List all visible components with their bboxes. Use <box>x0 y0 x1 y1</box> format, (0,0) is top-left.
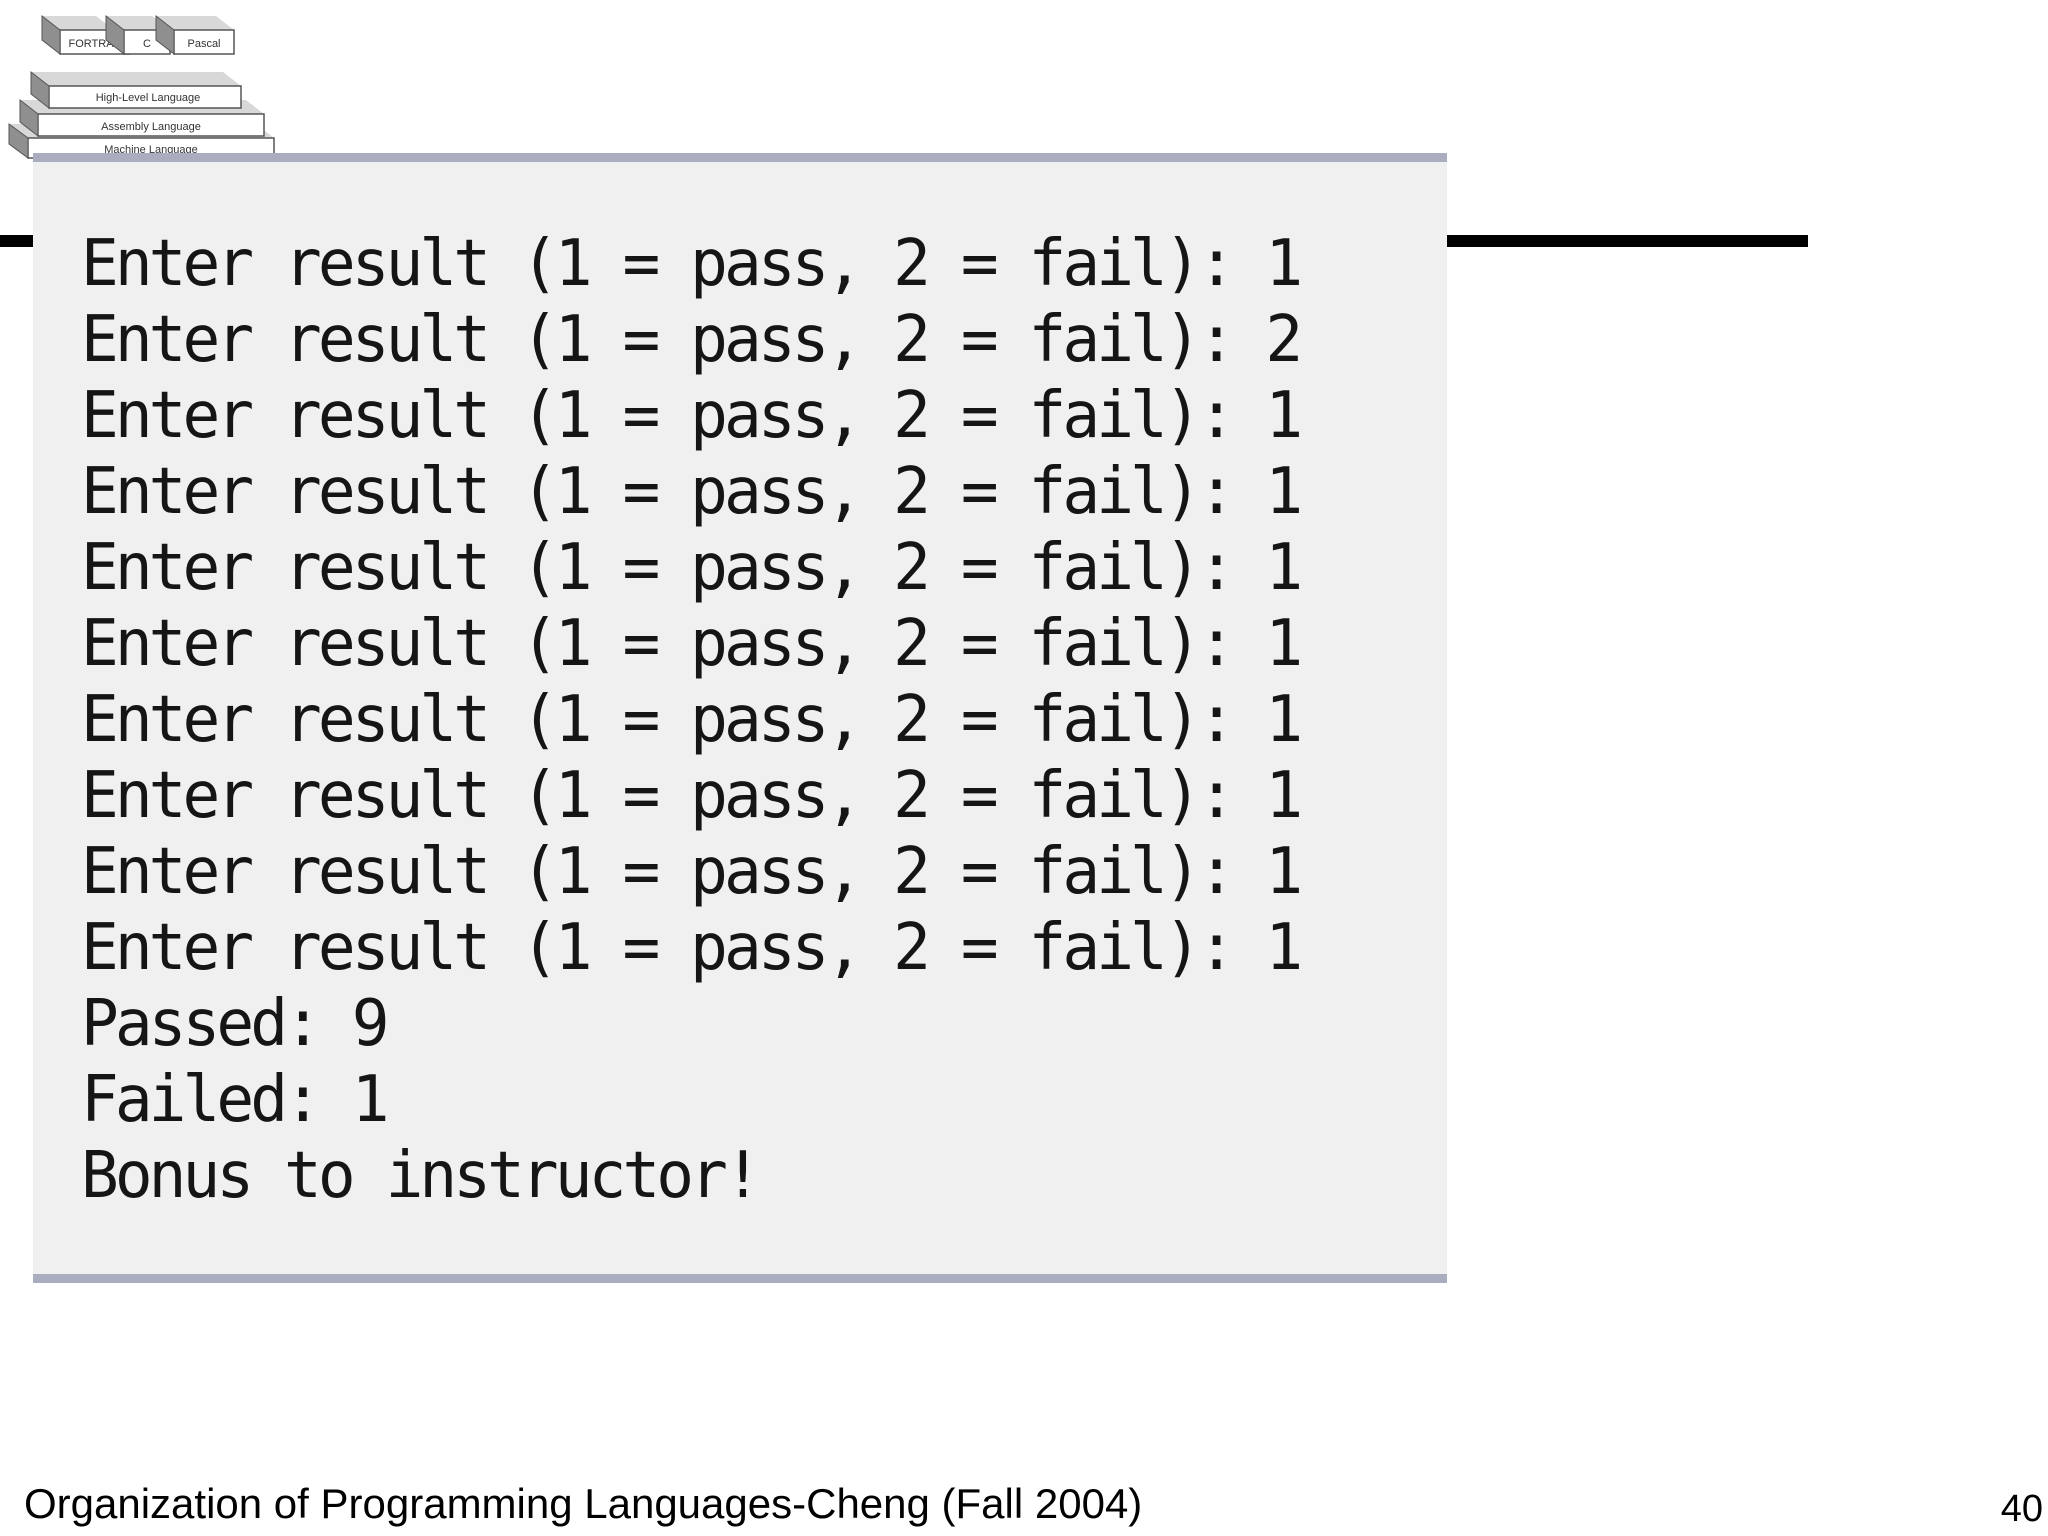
console-lines: Enter result (1 = pass, 2 = fail): 1 Ent… <box>81 226 1324 1214</box>
page-number: 40 <box>2000 1488 2043 1530</box>
logo-assembly-language: Assembly Language <box>101 121 201 133</box>
console-line: Enter result (1 = pass, 2 = fail): 1 <box>81 835 1303 909</box>
logo-c: C <box>143 38 151 50</box>
console-line: Enter result (1 = pass, 2 = fail): 1 <box>81 379 1303 453</box>
console-output-window: Enter result (1 = pass, 2 = fail): 1 Ent… <box>33 153 1447 1283</box>
console-line-failed: Failed: 1 <box>81 1063 389 1137</box>
console-line: Enter result (1 = pass, 2 = fail): 1 <box>81 683 1303 757</box>
console-line: Enter result (1 = pass, 2 = fail): 1 <box>81 607 1303 681</box>
console-line: Enter result (1 = pass, 2 = fail): 1 <box>81 455 1303 529</box>
console-line: Enter result (1 = pass, 2 = fail): 2 <box>81 303 1303 377</box>
logo-high-level-language: High-Level Language <box>96 92 201 104</box>
console-line: Enter result (1 = pass, 2 = fail): 1 <box>81 911 1303 985</box>
console-line-bonus: Bonus to instructor! <box>81 1139 762 1213</box>
logo-pascal: Pascal <box>187 38 220 50</box>
console-line: Enter result (1 = pass, 2 = fail): 1 <box>81 227 1303 301</box>
console-line-passed: Passed: 9 <box>81 987 389 1061</box>
console-line: Enter result (1 = pass, 2 = fail): 1 <box>81 759 1303 833</box>
console-line: Enter result (1 = pass, 2 = fail): 1 <box>81 531 1303 605</box>
footer-course-title: Organization of Programming Languages-Ch… <box>24 1480 1143 1527</box>
